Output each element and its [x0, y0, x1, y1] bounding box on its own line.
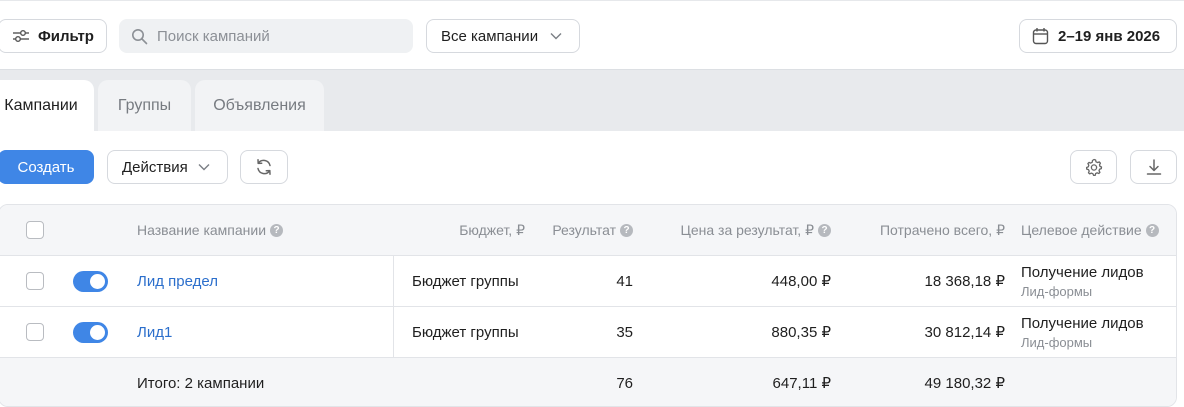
help-icon[interactable]: ? [1145, 223, 1159, 237]
filter-label: Фильтр [38, 27, 94, 45]
create-button[interactable]: Создать [0, 150, 94, 184]
objective-main: Получение лидов [1021, 314, 1144, 332]
chevron-down-icon [550, 33, 562, 40]
budget-cell: Бюджет группы [412, 323, 519, 341]
tabs-bar: Кампании Группы Объявления [0, 70, 1184, 131]
campaign-toggle[interactable] [73, 270, 108, 292]
chevron-down-icon [198, 164, 210, 171]
refresh-icon [257, 159, 271, 175]
top-toolbar: Фильтр Все кампании 2–19 янв 2026 [0, 0, 1184, 70]
total-label: Итого: 2 кампании [137, 374, 265, 392]
header-objective-label: Целевое действие [1021, 222, 1142, 238]
search-box [119, 19, 413, 53]
table-header-row: Название кампании ? Бюджет, ₽ Результат … [0, 205, 1176, 256]
objective-cell: Получение лидов Лид-формы [1021, 256, 1144, 306]
header-cost-label: Цена за результат, ₽ [680, 221, 814, 238]
actions-dropdown[interactable]: Действия [107, 150, 228, 184]
date-range-label: 2–19 янв 2026 [1058, 27, 1161, 45]
settings-button[interactable] [1070, 150, 1117, 184]
table-row: Лид предел Бюджет группы 41 448,00 ₽ 18 … [0, 256, 1176, 307]
header-budget-label: Бюджет, ₽ [459, 221, 525, 238]
campaign-name-link[interactable]: Лид предел [137, 256, 218, 306]
select-all-checkbox[interactable] [26, 221, 44, 239]
help-icon[interactable]: ? [620, 223, 633, 237]
refresh-button[interactable] [240, 150, 288, 184]
header-budget[interactable]: Бюджет, ₽ [399, 205, 525, 255]
header-spent-label: Потрачено всего, ₽ [879, 221, 1005, 238]
header-cost-per-result[interactable]: Цена за результат, ₽ ? [639, 205, 831, 255]
row-checkbox[interactable] [26, 323, 44, 341]
date-range-button[interactable]: 2–19 янв 2026 [1019, 19, 1177, 53]
header-name[interactable]: Название кампании ? [137, 205, 284, 255]
tab-ads[interactable]: Объявления [195, 80, 324, 131]
result-cell: 35 [616, 323, 633, 341]
gear-icon [1085, 158, 1102, 176]
objective-sub: Лид-формы [1021, 334, 1093, 350]
help-icon[interactable]: ? [818, 223, 831, 237]
select-all-cell [26, 205, 44, 255]
budget-cell: Бюджет группы [412, 272, 519, 290]
cost-per-result-cell: 880,35 ₽ [771, 324, 831, 341]
download-icon [1146, 159, 1161, 175]
spent-cell: 18 368,18 ₽ [924, 273, 1005, 290]
header-name-label: Название кампании [137, 222, 267, 238]
total-result: 76 [616, 374, 633, 392]
tab-groups[interactable]: Группы [98, 80, 191, 131]
tab-campaigns[interactable]: Кампании [0, 80, 94, 131]
objective-cell: Получение лидов Лид-формы [1021, 307, 1144, 357]
campaign-name-link[interactable]: Лид1 [137, 307, 172, 357]
header-result-label: Результат [552, 222, 616, 238]
total-row: Итого: 2 кампании 76 647,11 ₽ 49 180,32 … [0, 358, 1176, 406]
search-input[interactable] [157, 27, 397, 45]
result-cell: 41 [616, 272, 633, 290]
cost-per-result-cell: 448,00 ₽ [771, 273, 831, 290]
filter-button[interactable]: Фильтр [0, 19, 107, 53]
sliders-icon [13, 30, 29, 42]
header-objective[interactable]: Целевое действие ? [1021, 205, 1159, 255]
calendar-icon [1032, 28, 1049, 45]
campaign-toggle[interactable] [73, 321, 108, 343]
objective-main: Получение лидов [1021, 263, 1144, 281]
help-icon[interactable]: ? [270, 223, 284, 237]
search-icon [132, 28, 148, 44]
header-spent[interactable]: Потрачено всего, ₽ [839, 205, 1005, 255]
download-button[interactable] [1130, 150, 1177, 184]
row-toggle-cell [73, 307, 108, 357]
spent-cell: 30 812,14 ₽ [924, 324, 1005, 341]
total-spent: 49 180,32 ₽ [924, 375, 1005, 392]
row-toggle-cell [73, 256, 108, 306]
row-checkbox[interactable] [26, 272, 44, 290]
header-result[interactable]: Результат ? [529, 205, 633, 255]
row-checkbox-cell [26, 307, 44, 357]
row-checkbox-cell [26, 256, 44, 306]
actions-label: Действия [122, 158, 188, 176]
campaign-select-value: Все кампании [441, 27, 539, 45]
total-cost-per-result: 647,11 ₽ [772, 375, 831, 392]
campaigns-table: Название кампании ? Бюджет, ₽ Результат … [0, 204, 1177, 407]
campaign-select[interactable]: Все кампании [426, 19, 580, 53]
objective-sub: Лид-формы [1021, 283, 1093, 299]
table-row: Лид1 Бюджет группы 35 880,35 ₽ 30 812,14… [0, 307, 1176, 358]
